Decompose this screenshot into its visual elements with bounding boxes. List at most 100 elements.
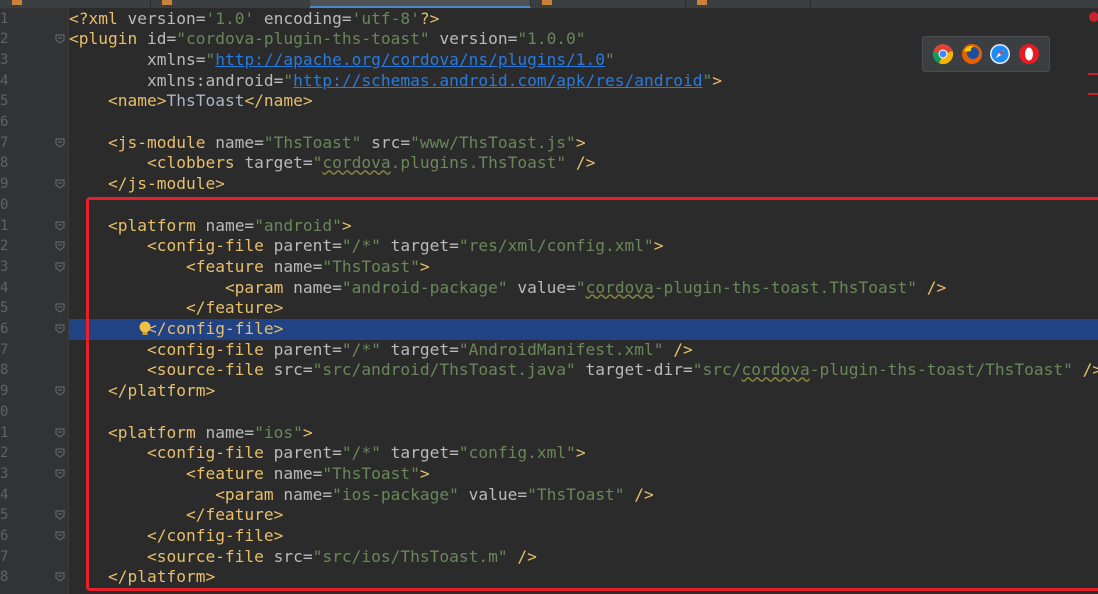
fold-marker-icon[interactable] [55, 179, 65, 189]
fold-marker-icon[interactable] [55, 34, 65, 44]
code-text: <platform name="ios"> [107, 422, 313, 442]
code-text: <feature name="ThsToast"> [185, 256, 430, 276]
line-number: 8 [0, 362, 9, 379]
code-line[interactable]: 1 <?xml version='1.0' encoding='utf-8'?> [0, 9, 1098, 30]
code-line[interactable]: 1 <platform name="android"> [0, 216, 1098, 237]
code-line[interactable]: 0 [0, 402, 1098, 423]
line-number: 0 [0, 196, 9, 213]
fold-marker-icon[interactable] [55, 303, 65, 313]
code-text: <config-file parent="/*" target="Android… [146, 339, 693, 359]
code-line[interactable]: 7 <config-file parent="/*" target="Andro… [0, 340, 1098, 361]
opera-icon[interactable] [1018, 43, 1040, 65]
editor-tab-bar [0, 0, 1098, 8]
fold-marker-icon[interactable] [55, 386, 65, 396]
editor-tab[interactable] [530, 0, 686, 8]
code-line[interactable]: 1 <platform name="ios"> [0, 423, 1098, 444]
line-number: 2 [0, 238, 9, 255]
code-text: </feature> [185, 505, 284, 525]
code-text: </feature> [185, 298, 284, 318]
fold-marker-icon[interactable] [55, 510, 65, 520]
fold-marker-icon[interactable] [55, 469, 65, 479]
code-text: </platform> [107, 381, 216, 401]
code-text: <feature name="ThsToast"> [185, 463, 430, 483]
code-text: <source-file src="src/android/ThsToast.j… [146, 360, 1098, 380]
fold-marker-icon[interactable] [55, 241, 65, 251]
fold-marker-icon[interactable] [55, 138, 65, 148]
line-number: 7 [0, 341, 9, 358]
fold-marker-icon[interactable] [55, 262, 65, 272]
code-text: <platform name="android"> [107, 215, 352, 235]
line-number: 7 [0, 548, 9, 565]
line-number: 5 [0, 507, 9, 524]
code-text: <param name="ios-package" value="ThsToas… [215, 484, 654, 504]
error-indicator-icon[interactable] [1089, 12, 1098, 22]
fold-marker-icon[interactable] [55, 428, 65, 438]
error-stripe-marker[interactable] [1088, 73, 1098, 75]
safari-icon[interactable] [989, 43, 1011, 65]
code-text: xmlns="http://apache.org/cordova/ns/plug… [146, 49, 615, 69]
line-number: 0 [0, 403, 9, 420]
line-number: 8 [0, 155, 9, 172]
code-line[interactable]: 3 <feature name="ThsToast"> [0, 257, 1098, 278]
line-number: 1 [0, 10, 9, 27]
code-line[interactable]: 4 xmlns:android="http://schemas.android.… [0, 71, 1098, 92]
code-line[interactable]: 7 <js-module name="ThsToast" src="www/Th… [0, 133, 1098, 154]
line-number: 3 [0, 51, 9, 68]
code-line[interactable]: 9 </js-module> [0, 174, 1098, 195]
file-icon [542, 0, 552, 5]
editor-tab[interactable] [685, 0, 811, 8]
line-number: 9 [0, 383, 9, 400]
line-number: 4 [0, 486, 9, 503]
fold-marker-icon[interactable] [55, 572, 65, 583]
code-text: <config-file parent="/*" target="res/xml… [146, 236, 664, 256]
fold-marker-icon[interactable] [55, 324, 65, 334]
editor-tab[interactable] [150, 0, 311, 8]
code-text: <plugin id="cordova-plugin-ths-toast" ve… [69, 29, 586, 49]
error-stripe-marker[interactable] [1088, 93, 1098, 95]
code-text: </config-file> [146, 319, 284, 338]
code-line[interactable]: 2 <config-file parent="/*" target="res/x… [0, 236, 1098, 257]
code-text: <?xml version='1.0' encoding='utf-8'?> [69, 8, 440, 28]
file-icon [12, 0, 22, 5]
code-line[interactable]: 6 [0, 112, 1098, 133]
fold-marker-icon[interactable] [55, 531, 65, 541]
code-text: <param name="android-package" value="cor… [224, 277, 947, 297]
code-text: </platform> [107, 567, 216, 587]
file-icon [162, 0, 172, 5]
code-line[interactable]: 9 </platform> [0, 381, 1098, 402]
code-text: <name>ThsToast</name> [107, 91, 313, 111]
line-number: 3 [0, 258, 9, 275]
code-line[interactable]: 6 </config-file> [0, 319, 1098, 340]
code-line[interactable]: 4 <param name="ios-package" value="ThsTo… [0, 485, 1098, 506]
code-line[interactable]: 2 <config-file parent="/*" target="confi… [0, 443, 1098, 464]
fold-marker-icon[interactable] [55, 221, 65, 231]
code-line[interactable]: 6 </config-file> [0, 526, 1098, 547]
code-line[interactable]: 5 </feature> [0, 505, 1098, 526]
code-line[interactable]: 5 <name>ThsToast</name> [0, 91, 1098, 112]
code-text: <clobbers target="cordova.plugins.ThsToa… [146, 153, 596, 173]
code-line[interactable]: 7 <source-file src="src/ios/ThsToast.m" … [0, 547, 1098, 568]
code-line[interactable]: 8 <clobbers target="cordova.plugins.ThsT… [0, 153, 1098, 174]
editor-tab-active[interactable] [310, 0, 531, 8]
firefox-icon[interactable] [961, 43, 983, 65]
code-line[interactable]: 8 </platform> [0, 567, 1098, 588]
code-line[interactable]: 0 [0, 195, 1098, 216]
line-number: 6 [0, 321, 9, 337]
line-number: 6 [0, 528, 9, 544]
code-text: </config-file> [146, 526, 284, 545]
code-text: <js-module name="ThsToast" src="www/ThsT… [107, 132, 586, 152]
code-line[interactable]: 8 <source-file src="src/android/ThsToast… [0, 360, 1098, 381]
file-icon [697, 0, 707, 5]
editor-tab[interactable] [810, 0, 1098, 8]
line-number: 5 [0, 300, 9, 317]
line-number: 2 [0, 445, 9, 462]
code-line[interactable]: 5 </feature> [0, 298, 1098, 319]
code-line[interactable]: 4 <param name="android-package" value="c… [0, 278, 1098, 299]
fold-marker-icon[interactable] [55, 448, 65, 458]
code-text: <source-file src="src/ios/ThsToast.m" /> [146, 546, 537, 566]
open-in-browser-toolbar [922, 36, 1050, 72]
code-line[interactable]: 3 <feature name="ThsToast"> [0, 464, 1098, 485]
editor-tab[interactable] [0, 0, 151, 8]
chrome-icon[interactable] [932, 43, 954, 65]
code-text: <config-file parent="/*" target="config.… [146, 443, 586, 463]
